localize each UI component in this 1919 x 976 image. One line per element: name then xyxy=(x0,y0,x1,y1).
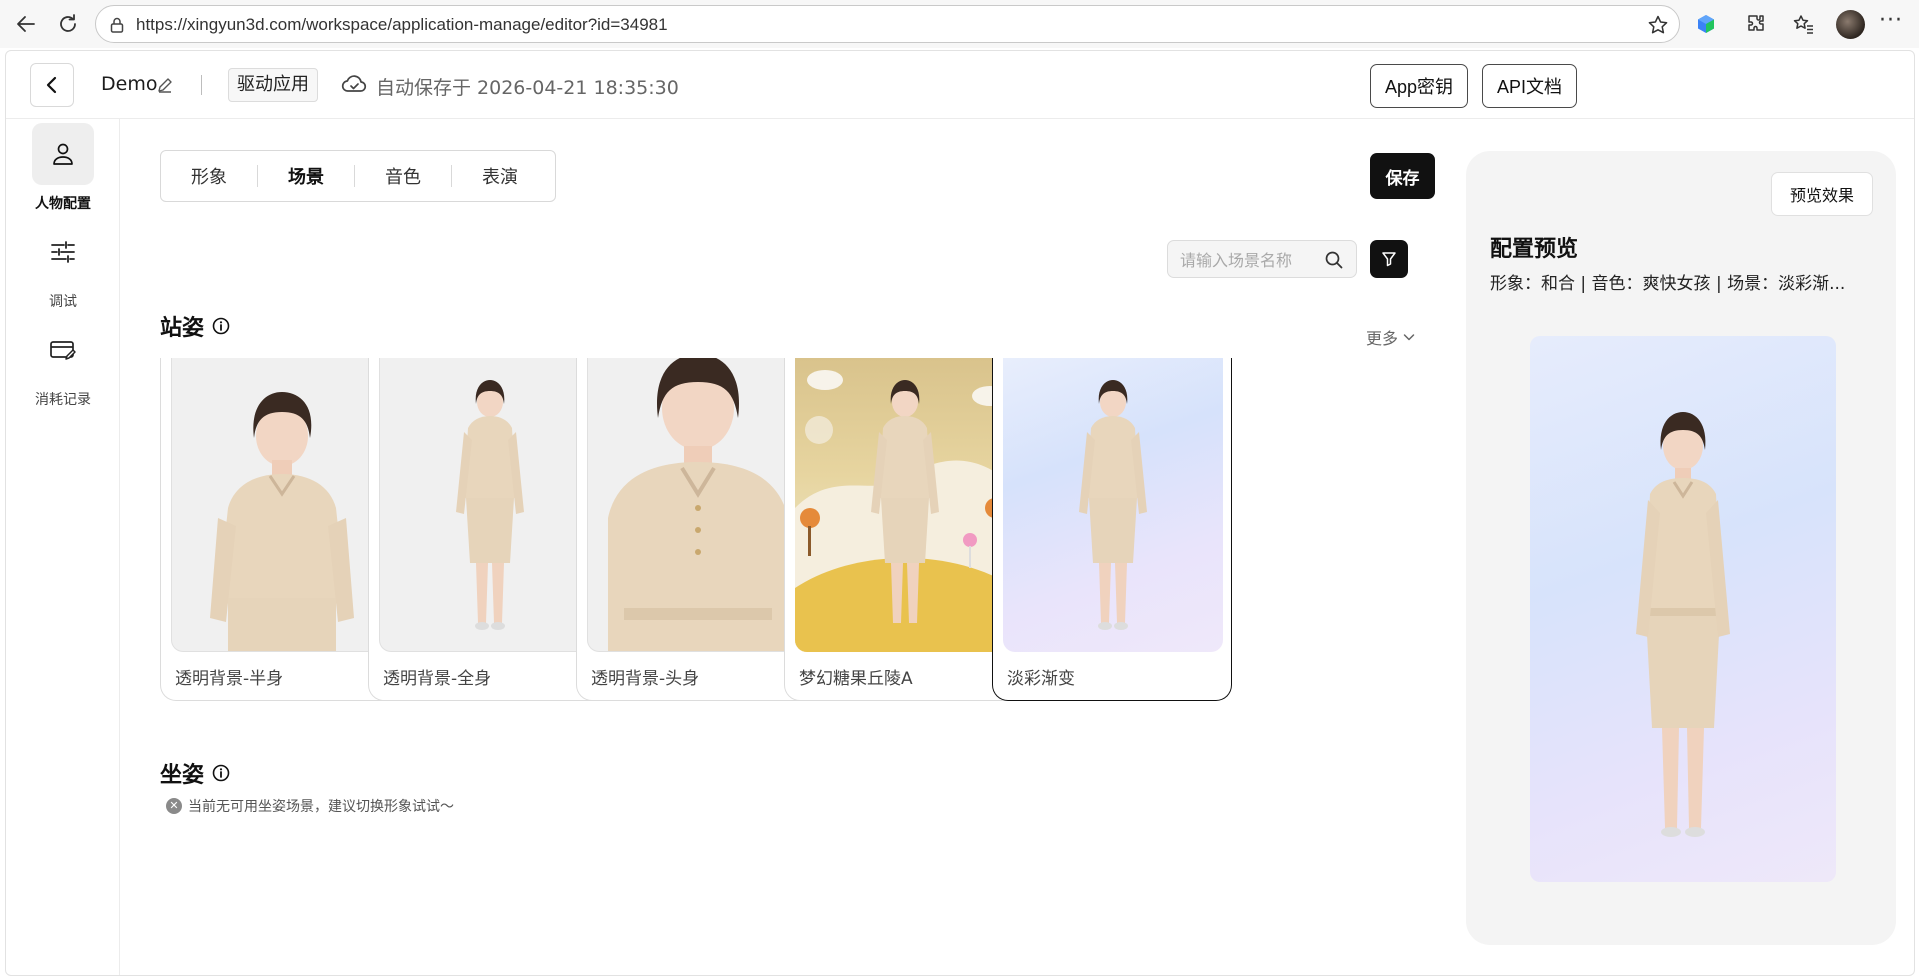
preview-title: 配置预览 xyxy=(1490,237,1579,262)
sliders-icon xyxy=(51,241,75,263)
tab-scene[interactable]: 场景 xyxy=(258,163,354,189)
scene-card-label: 梦幻糖果丘陵A xyxy=(799,669,913,689)
avatar-full-body-image xyxy=(456,380,524,630)
avatar-headshot-image xyxy=(608,358,788,651)
scene-search-input[interactable] xyxy=(1180,249,1320,271)
pastel-gradient-scene-image xyxy=(1079,380,1147,630)
scene-card[interactable]: 梦幻糖果丘陵A xyxy=(784,358,1024,701)
sidebar-icon-box xyxy=(32,123,94,185)
more-link-text: 更多 xyxy=(1366,329,1399,348)
app-type-badge: 驱动应用 xyxy=(228,68,318,102)
filter-button[interactable] xyxy=(1370,240,1408,278)
info-icon[interactable] xyxy=(212,317,230,335)
candy-hills-scene-image xyxy=(795,370,1015,652)
header-divider xyxy=(201,75,202,95)
extension-cube-icon[interactable] xyxy=(1692,10,1720,38)
close-circle-icon: ✕ xyxy=(166,798,182,814)
reload-icon[interactable] xyxy=(52,8,84,40)
person-icon xyxy=(53,143,73,165)
save-button[interactable]: 保存 xyxy=(1370,153,1435,199)
app-header: Demo 驱动应用 自动保存于 2026-04-21 18:35:30 App密… xyxy=(6,51,1914,119)
notice-text: 当前无可用坐姿场景，建议切换形象试试～ xyxy=(188,799,454,815)
api-docs-button[interactable]: API文档 xyxy=(1482,64,1577,108)
browser-toolbar: https://xingyun3d.com/workspace/applicat… xyxy=(0,0,1919,48)
profile-avatar[interactable] xyxy=(1836,10,1865,39)
extensions-puzzle-icon[interactable] xyxy=(1742,10,1770,38)
scene-thumbnail xyxy=(379,358,599,652)
browser-menu-icon[interactable]: ··· xyxy=(1879,8,1903,33)
scene-card-label: 淡彩渐变 xyxy=(1007,669,1075,689)
sitting-empty-notice: ✕ 当前无可用坐姿场景，建议切换形象试试～ xyxy=(166,796,454,816)
favorites-list-icon[interactable] xyxy=(1790,10,1818,38)
standing-section-title: 站姿 xyxy=(160,310,230,342)
sidebar-item-character-config[interactable]: 人物配置 xyxy=(6,123,120,213)
section-title-text: 坐姿 xyxy=(160,763,205,788)
search-icon[interactable] xyxy=(1324,250,1344,270)
info-icon[interactable] xyxy=(212,764,230,782)
url-text: https://xingyun3d.com/workspace/applicat… xyxy=(136,15,668,34)
avatar-preview-image xyxy=(1636,412,1730,837)
preview-effect-button[interactable]: 预览效果 xyxy=(1771,172,1873,216)
preview-stage xyxy=(1530,336,1836,882)
chevron-down-icon xyxy=(1403,334,1415,341)
sidebar-item-label: 人物配置 xyxy=(35,196,91,212)
scene-card[interactable]: 透明背景-头身 xyxy=(576,358,816,701)
more-link[interactable]: 更多 xyxy=(1366,325,1416,349)
cloud-sync-icon xyxy=(341,73,367,95)
sitting-section-title: 坐姿 xyxy=(160,757,230,789)
back-arrow-icon[interactable] xyxy=(10,8,42,40)
left-sidebar: 人物配置 调试 消耗记录 xyxy=(6,119,120,975)
scene-card-selected[interactable]: 淡彩渐变 xyxy=(992,358,1232,701)
sidebar-icon-box xyxy=(32,221,94,283)
autosave-status: 自动保存于 2026-04-21 18:35:30 xyxy=(376,77,679,99)
edit-name-icon[interactable] xyxy=(156,76,174,94)
section-title-text: 站姿 xyxy=(160,316,205,341)
app-page: Demo 驱动应用 自动保存于 2026-04-21 18:35:30 App密… xyxy=(5,50,1915,976)
tab-appearance[interactable]: 形象 xyxy=(161,163,257,189)
scene-thumbnail xyxy=(171,358,391,652)
scene-search xyxy=(1167,240,1357,278)
sidebar-item-label: 消耗记录 xyxy=(35,392,91,408)
chevron-left-icon xyxy=(46,76,57,94)
tab-voice[interactable]: 音色 xyxy=(355,163,451,189)
preview-summary: 形象：和合 | 音色：爽快女孩 | 场景：淡彩渐... xyxy=(1490,274,1846,294)
config-preview-panel: 预览效果 配置预览 形象：和合 | 音色：爽快女孩 | 场景：淡彩渐... xyxy=(1466,151,1896,945)
address-bar[interactable]: https://xingyun3d.com/workspace/applicat… xyxy=(95,5,1680,43)
sidebar-item-label: 调试 xyxy=(49,294,77,310)
filter-icon xyxy=(1382,252,1396,267)
tab-performance[interactable]: 表演 xyxy=(452,163,548,189)
scene-thumbnail xyxy=(1003,358,1223,652)
scene-thumbnail xyxy=(795,358,1015,652)
back-button[interactable] xyxy=(30,63,74,107)
card-edit-icon xyxy=(50,341,76,360)
app-name: Demo xyxy=(101,73,158,95)
scene-thumbnail xyxy=(587,358,807,652)
scene-card-label: 透明背景-头身 xyxy=(591,669,700,689)
scene-card[interactable]: 透明背景-全身 xyxy=(368,358,608,701)
scene-card[interactable]: 透明背景-半身 xyxy=(160,358,400,701)
favorite-star-icon[interactable] xyxy=(1647,14,1669,36)
avatar-half-body-image xyxy=(210,392,354,651)
app-key-button[interactable]: App密钥 xyxy=(1370,64,1468,108)
scene-card-label: 透明背景-全身 xyxy=(383,669,492,689)
sidebar-item-consumption[interactable]: 消耗记录 xyxy=(6,319,120,409)
sidebar-icon-box xyxy=(32,319,94,381)
site-info-icon[interactable] xyxy=(108,16,126,34)
sidebar-item-debug[interactable]: 调试 xyxy=(6,221,120,311)
config-tabs: 形象 场景 音色 表演 xyxy=(160,150,556,202)
scene-card-label: 透明背景-半身 xyxy=(175,669,284,689)
